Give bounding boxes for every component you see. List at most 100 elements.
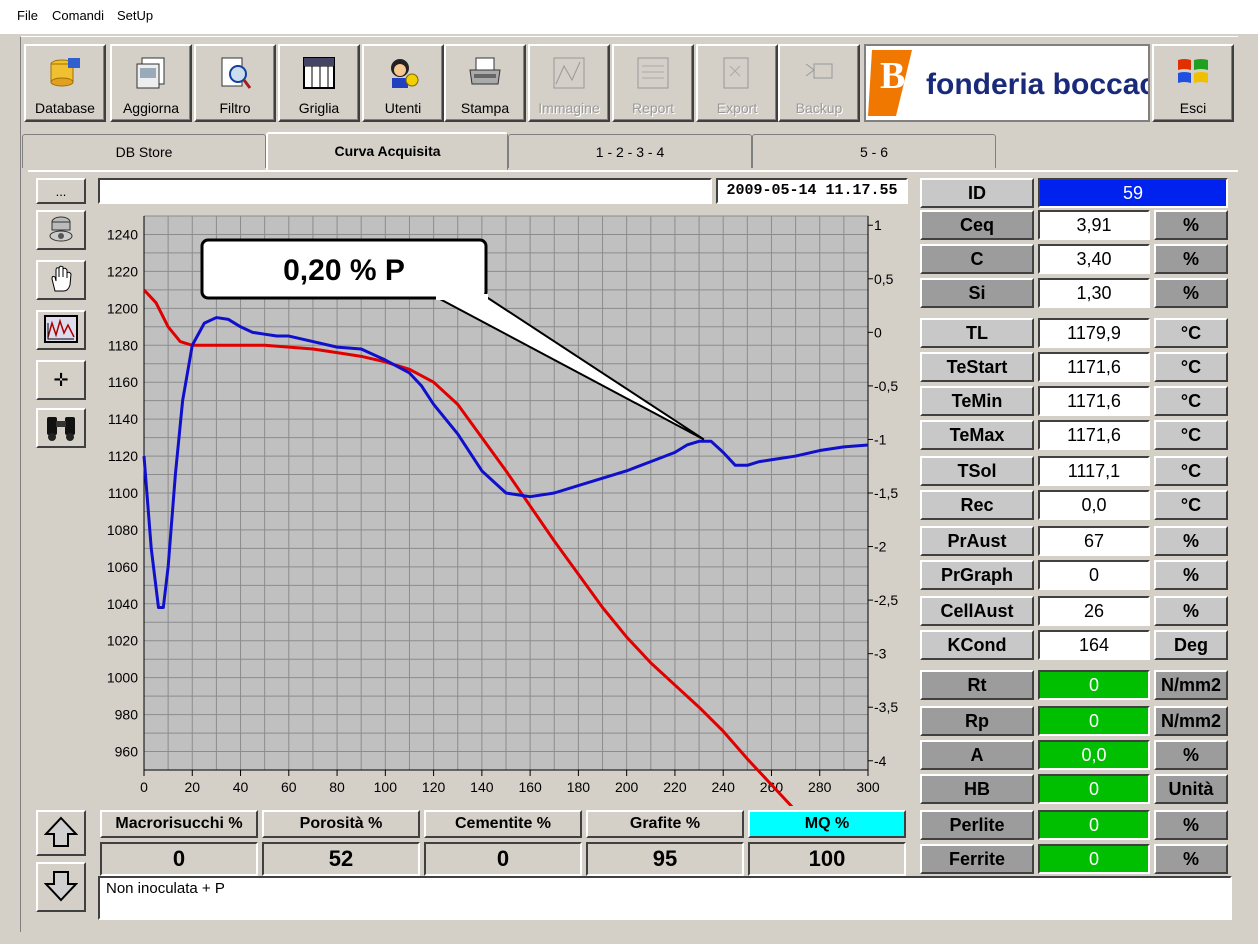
param-value-tl: 1179,9	[1038, 318, 1150, 348]
notes-field[interactable]: Non inoculata + P	[98, 876, 1232, 920]
y-right-tick-label: -0,5	[874, 378, 898, 394]
x-tick-label: 60	[281, 779, 297, 795]
param-label-testart: TeStart	[920, 352, 1034, 382]
y-left-tick-label: 1080	[107, 522, 138, 538]
summary-header-cementite: Cementite %	[424, 810, 582, 838]
x-tick-label: 40	[233, 779, 249, 795]
settings-button[interactable]	[36, 210, 86, 250]
param-label-a: A	[920, 740, 1034, 770]
menu-setup[interactable]: SetUp	[117, 8, 153, 23]
more-button[interactable]: ...	[36, 178, 86, 204]
datetime-field: 2009-05-14 11.17.55	[716, 178, 908, 204]
x-tick-label: 140	[470, 779, 494, 795]
y-left-tick-label: 1060	[107, 559, 138, 575]
y-left-tick-label: 1240	[107, 226, 138, 242]
search-button[interactable]	[36, 408, 86, 448]
x-tick-label: 100	[374, 779, 398, 795]
utenti-button[interactable]: Utenti	[362, 44, 444, 122]
database-icon	[48, 56, 82, 93]
param-value-a: 0,0	[1038, 740, 1150, 770]
zoom-move-button[interactable]: ✛	[36, 360, 86, 400]
windows-icon	[1176, 56, 1210, 89]
param-value-temin: 1171,6	[1038, 386, 1150, 416]
menu-file[interactable]: File	[17, 8, 38, 23]
sample-name-field[interactable]	[98, 178, 712, 204]
param-unit-ferrite: %	[1154, 844, 1228, 874]
param-unit-testart: °C	[1154, 352, 1228, 382]
down-arrow-button[interactable]	[36, 862, 86, 912]
summary-header-porosit: Porosità %	[262, 810, 420, 838]
y-left-tick-label: 1180	[108, 337, 138, 353]
y-right-tick-label: -2,5	[874, 592, 898, 608]
param-value-si: 1,30	[1038, 278, 1150, 308]
stampa-label: Stampa	[460, 100, 510, 116]
tab-5-6[interactable]: 5 - 6	[752, 134, 996, 168]
param-value-praust: 67	[1038, 526, 1150, 556]
chart-button[interactable]	[36, 310, 86, 350]
tab-db-store[interactable]: DB Store	[22, 134, 266, 168]
param-label-ferrite: Ferrite	[920, 844, 1034, 874]
chart-icon	[44, 314, 78, 346]
database-label: Database	[35, 100, 95, 116]
param-value-kcond: 164	[1038, 630, 1150, 660]
stampa-button[interactable]: Stampa	[444, 44, 526, 122]
menu-bar: File Comandi SetUp	[0, 0, 1258, 34]
filtro-button[interactable]: Filtro	[194, 44, 276, 122]
y-left-tick-label: 980	[115, 707, 139, 723]
param-unit-ceq: %	[1154, 210, 1228, 240]
grid-icon	[302, 56, 336, 93]
report-icon	[636, 56, 670, 93]
company-logo: B fonderia boccacci	[864, 44, 1150, 122]
param-unit-temax: °C	[1154, 420, 1228, 450]
y-right-tick-label: 1	[874, 217, 882, 233]
export-button[interactable]: Export	[696, 44, 778, 122]
x-tick-label: 180	[567, 779, 591, 795]
aggiorna-button[interactable]: Aggiorna	[110, 44, 192, 122]
param-value-temax: 1171,6	[1038, 420, 1150, 450]
param-value-c: 3,40	[1038, 244, 1150, 274]
param-label-prgraph: PrGraph	[920, 560, 1034, 590]
summary-header-macrorisucchi: Macrorisucchi %	[100, 810, 258, 838]
param-value-id: 59	[1038, 178, 1228, 208]
x-tick-label: 280	[808, 779, 832, 795]
param-label-ceq: Ceq	[920, 210, 1034, 240]
database-button[interactable]: Database	[24, 44, 106, 122]
y-right-tick-label: 0	[874, 324, 882, 340]
up-arrow-button[interactable]	[36, 810, 86, 856]
param-unit-prgraph: %	[1154, 560, 1228, 590]
backup-icon	[802, 56, 836, 93]
arrow-down-icon	[43, 870, 79, 905]
x-tick-label: 0	[140, 779, 148, 795]
report-button[interactable]: Report	[612, 44, 694, 122]
param-value-prgraph: 0	[1038, 560, 1150, 590]
param-unit-rp: N/mm2	[1154, 706, 1228, 736]
param-unit-rt: N/mm2	[1154, 670, 1228, 700]
summary-value-cementite: 0	[424, 842, 582, 876]
param-value-ferrite: 0	[1038, 844, 1150, 874]
pan-button[interactable]	[36, 260, 86, 300]
summary-header-mq: MQ %	[748, 810, 906, 838]
backup-button[interactable]: Backup	[778, 44, 860, 122]
summary-value-porosit: 52	[262, 842, 420, 876]
menu-comandi[interactable]: Comandi	[52, 8, 104, 23]
printer-icon	[468, 56, 502, 93]
aggiorna-label: Aggiorna	[122, 100, 180, 116]
tab-curva-acquisita[interactable]: Curva Acquisita	[266, 132, 508, 170]
y-right-tick-label: 0,5	[874, 271, 894, 287]
hand-icon	[48, 265, 74, 296]
y-left-tick-label: 1140	[108, 411, 138, 427]
x-tick-label: 20	[184, 779, 200, 795]
y-left-tick-label: 1100	[108, 485, 138, 501]
griglia-button[interactable]: Griglia	[278, 44, 360, 122]
param-unit-a: %	[1154, 740, 1228, 770]
param-unit-tsol: °C	[1154, 456, 1228, 486]
param-unit-cellaust: %	[1154, 596, 1228, 626]
param-label-tl: TL	[920, 318, 1034, 348]
immagine-button[interactable]: Immagine	[528, 44, 610, 122]
svg-text:B: B	[880, 55, 905, 97]
y-left-tick-label: 1040	[107, 596, 138, 612]
tab-1-2-3-4[interactable]: 1 - 2 - 3 - 4	[508, 134, 752, 168]
export-label: Export	[716, 100, 758, 116]
param-unit-tl: °C	[1154, 318, 1228, 348]
esci-button[interactable]: Esci	[1152, 44, 1234, 122]
